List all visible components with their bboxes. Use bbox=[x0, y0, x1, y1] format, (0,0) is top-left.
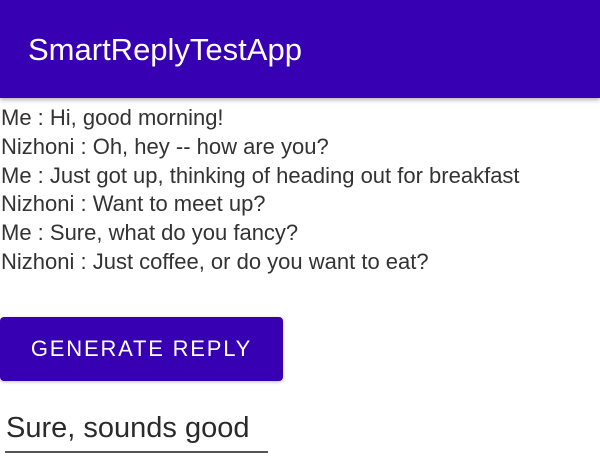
reply-field[interactable] bbox=[5, 412, 268, 453]
conversation-log: Me : Hi, good morning! Nizhoni : Oh, hey… bbox=[1, 104, 520, 277]
chat-line: Me : Hi, good morning! bbox=[1, 105, 224, 130]
chat-line: Me : Just got up, thinking of heading ou… bbox=[1, 162, 520, 188]
app-bar: SmartReplyTestApp bbox=[0, 0, 600, 98]
chat-line: Nizhoni : Want to meet up? bbox=[1, 191, 266, 217]
app-title: SmartReplyTestApp bbox=[28, 32, 302, 67]
generate-reply-button[interactable]: GENERATE REPLY bbox=[0, 317, 283, 381]
chat-line: Nizhoni : Just coffee, or do you want to… bbox=[1, 248, 429, 274]
chat-line: Me : Sure, what do you fancy? bbox=[1, 220, 299, 246]
chat-line: Nizhoni : Oh, hey -- how are you? bbox=[1, 133, 329, 159]
